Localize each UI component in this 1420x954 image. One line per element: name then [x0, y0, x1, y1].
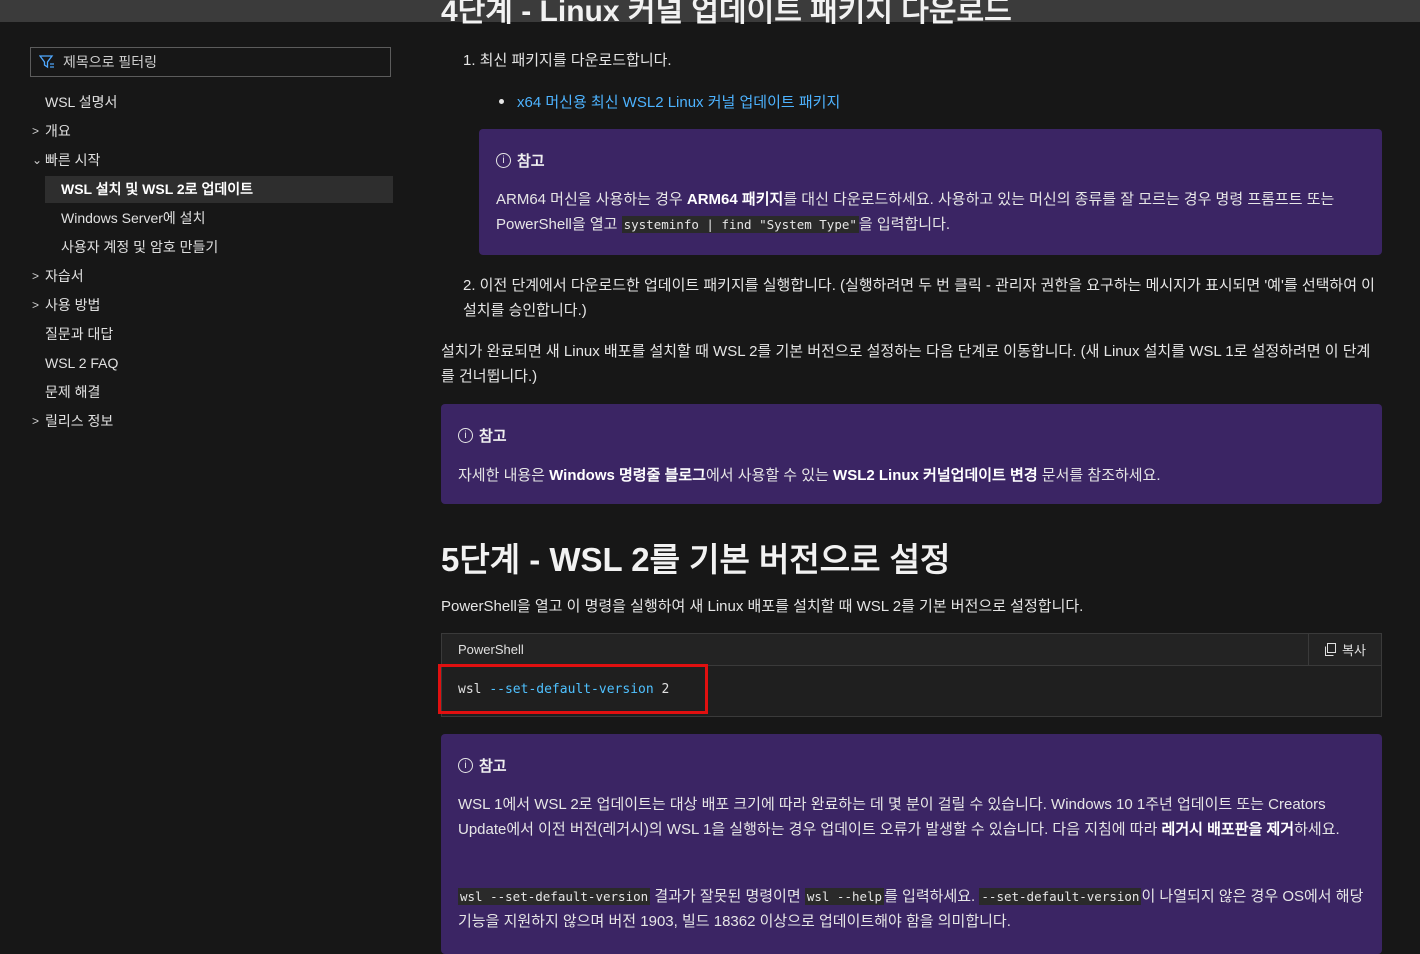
chevron-right-icon: > — [32, 298, 40, 312]
note-text: 하세요. — [1294, 821, 1340, 838]
toc-item-wsl2-faq[interactable]: WSL 2 FAQ — [0, 349, 410, 378]
note-arm64: i 참고 ARM64 머신을 사용하는 경우 ARM64 패키지를 대신 다운로… — [479, 129, 1382, 255]
note-title: 참고 — [517, 153, 545, 170]
inline-code: wsl --set-default-version — [458, 888, 651, 905]
note-text: 자세한 내용은 — [458, 467, 550, 484]
toc-item-install-wsl[interactable]: WSL 설치 및 WSL 2로 업데이트 — [0, 175, 410, 204]
toc-item-label: Windows Server에 설치 — [61, 210, 206, 226]
copy-label: 복사 — [1342, 643, 1366, 658]
note-body: ARM64 머신을 사용하는 경우 ARM64 패키지를 대신 다운로드하세요.… — [496, 187, 1365, 237]
bullet-icon — [499, 99, 504, 104]
chevron-right-icon: > — [32, 269, 40, 283]
inline-code: --set-default-version — [979, 888, 1142, 905]
systeminfo-code: systeminfo | find "System Type" — [621, 216, 859, 233]
note-body: WSL 1에서 WSL 2로 업데이트는 대상 배포 크기에 따라 완료하는 데… — [458, 792, 1365, 842]
toc-item-label: 사용자 계정 및 암호 만들기 — [61, 239, 219, 255]
step5-heading: 5단계 - WSL 2를 기본 버전으로 설정 — [441, 541, 951, 578]
toc-item-label: 빠른 시작 — [45, 152, 101, 168]
chevron-right-icon: > — [32, 124, 40, 138]
copy-button[interactable]: 복사 — [1308, 634, 1381, 665]
toc-item-label: 릴리스 정보 — [45, 413, 114, 429]
toc-item-release-notes[interactable]: > 릴리스 정보 — [0, 407, 410, 436]
toc-item-label: 자습서 — [45, 268, 84, 284]
note-header: i 참고 — [496, 150, 545, 171]
step5-intro: PowerShell을 열고 이 명령을 실행하여 새 Linux 배포를 설치… — [441, 598, 1084, 615]
after-install-text: 설치가 완료되면 새 Linux 배포를 설치할 때 WSL 2를 기본 버전으… — [441, 343, 1371, 385]
info-icon: i — [458, 428, 473, 443]
table-of-contents: WSL 설명서 > 개요 ⌄ 빠른 시작 WSL 설치 및 WSL 2로 업데이… — [0, 88, 410, 436]
note-header: i 참고 — [458, 755, 507, 776]
step1-text: 1. 최신 패키지를 다운로드합니다. — [463, 52, 672, 69]
chevron-right-icon: > — [32, 414, 40, 428]
note-title: 참고 — [479, 428, 507, 445]
toc-item-quickstart[interactable]: ⌄ 빠른 시작 — [0, 146, 410, 175]
note-text: 문서를 참조하세요. — [1037, 467, 1161, 484]
toc-item-label: 사용 방법 — [45, 297, 101, 313]
arm64-package-link[interactable]: ARM64 패키지 — [687, 191, 783, 208]
code-header: PowerShell 복사 — [442, 634, 1381, 666]
note-upgrade: i 참고 WSL 1에서 WSL 2로 업데이트는 대상 배포 크기에 따라 완… — [441, 734, 1382, 954]
info-icon: i — [458, 758, 473, 773]
remove-legacy-link[interactable]: 레거시 배포판을 제거 — [1162, 821, 1295, 838]
note-text: ARM64 머신을 사용하는 경우 — [496, 191, 687, 208]
copy-icon — [1325, 643, 1337, 656]
toc-item-label: WSL 설치 및 WSL 2로 업데이트 — [61, 181, 253, 197]
toc-item-windows-server[interactable]: Windows Server에 설치 — [0, 204, 410, 233]
note-body: 자세한 내용은 Windows 명령줄 블로그에서 사용할 수 있는 WSL2 … — [458, 463, 1365, 488]
note-blog: i 참고 자세한 내용은 Windows 명령줄 블로그에서 사용할 수 있는 … — [441, 404, 1382, 504]
note-body-2: wsl --set-default-version 결과가 잘못된 명령이면 w… — [458, 884, 1365, 934]
info-icon: i — [496, 153, 511, 168]
toc-item-label: WSL 설명서 — [45, 94, 118, 110]
filter-icon — [39, 55, 54, 69]
toc-item-label: WSL 2 FAQ — [45, 355, 119, 371]
note-text: 을 입력합니다. — [858, 216, 951, 233]
sidebar: 제목으로 필터링 WSL 설명서 > 개요 ⌄ 빠른 시작 WSL 설치 및 W… — [0, 22, 410, 941]
toc-item-label: 개요 — [45, 123, 71, 139]
chevron-down-icon: ⌄ — [32, 153, 43, 167]
download-list-item: x64 머신용 최신 WSL2 Linux 커널 업데이트 패키지 — [499, 91, 840, 112]
note-text: 에서 사용할 수 있는 — [705, 467, 834, 484]
toc-item-label: 문제 해결 — [45, 384, 101, 400]
cli-blog-link[interactable]: Windows 명령줄 블로그 — [549, 467, 706, 484]
toc-item-how-to[interactable]: > 사용 방법 — [0, 291, 410, 320]
toc-item-overview[interactable]: > 개요 — [0, 117, 410, 146]
toc-item-faq[interactable]: 질문과 대답 — [0, 320, 410, 349]
filter-input[interactable]: 제목으로 필터링 — [30, 47, 391, 77]
inline-code: wsl --help — [804, 888, 885, 905]
code-language: PowerShell — [458, 642, 524, 657]
note-text: 결과가 잘못된 명령이면 — [650, 888, 805, 905]
kernel-update-link[interactable]: WSL2 Linux 커널업데이트 변경 — [833, 467, 1038, 484]
filter-placeholder: 제목으로 필터링 — [63, 54, 158, 70]
toc-item-label: 질문과 대답 — [45, 326, 114, 342]
download-link[interactable]: x64 머신용 최신 WSL2 Linux 커널 업데이트 패키지 — [517, 91, 840, 112]
toc-item-wsl-docs[interactable]: WSL 설명서 — [0, 88, 410, 117]
highlight-annotation-box — [438, 664, 708, 714]
note-text: 를 입력하세요. — [884, 888, 980, 905]
note-title: 참고 — [479, 758, 507, 775]
step2-text: 2. 이전 단계에서 다운로드한 업데이트 패키지를 실행합니다. (실행하려면… — [463, 277, 1375, 319]
note-header: i 참고 — [458, 425, 507, 446]
toc-item-tutorials[interactable]: > 자습서 — [0, 262, 410, 291]
toc-item-troubleshooting[interactable]: 문제 해결 — [0, 378, 410, 407]
step4-heading: 4단계 - Linux 커널 업데이트 패키지 다운로드 — [441, 0, 1012, 28]
article-content: 4단계 - Linux 커널 업데이트 패키지 다운로드 1. 최신 패키지를 … — [438, 0, 1382, 954]
toc-item-user-account[interactable]: 사용자 계정 및 암호 만들기 — [0, 233, 410, 262]
